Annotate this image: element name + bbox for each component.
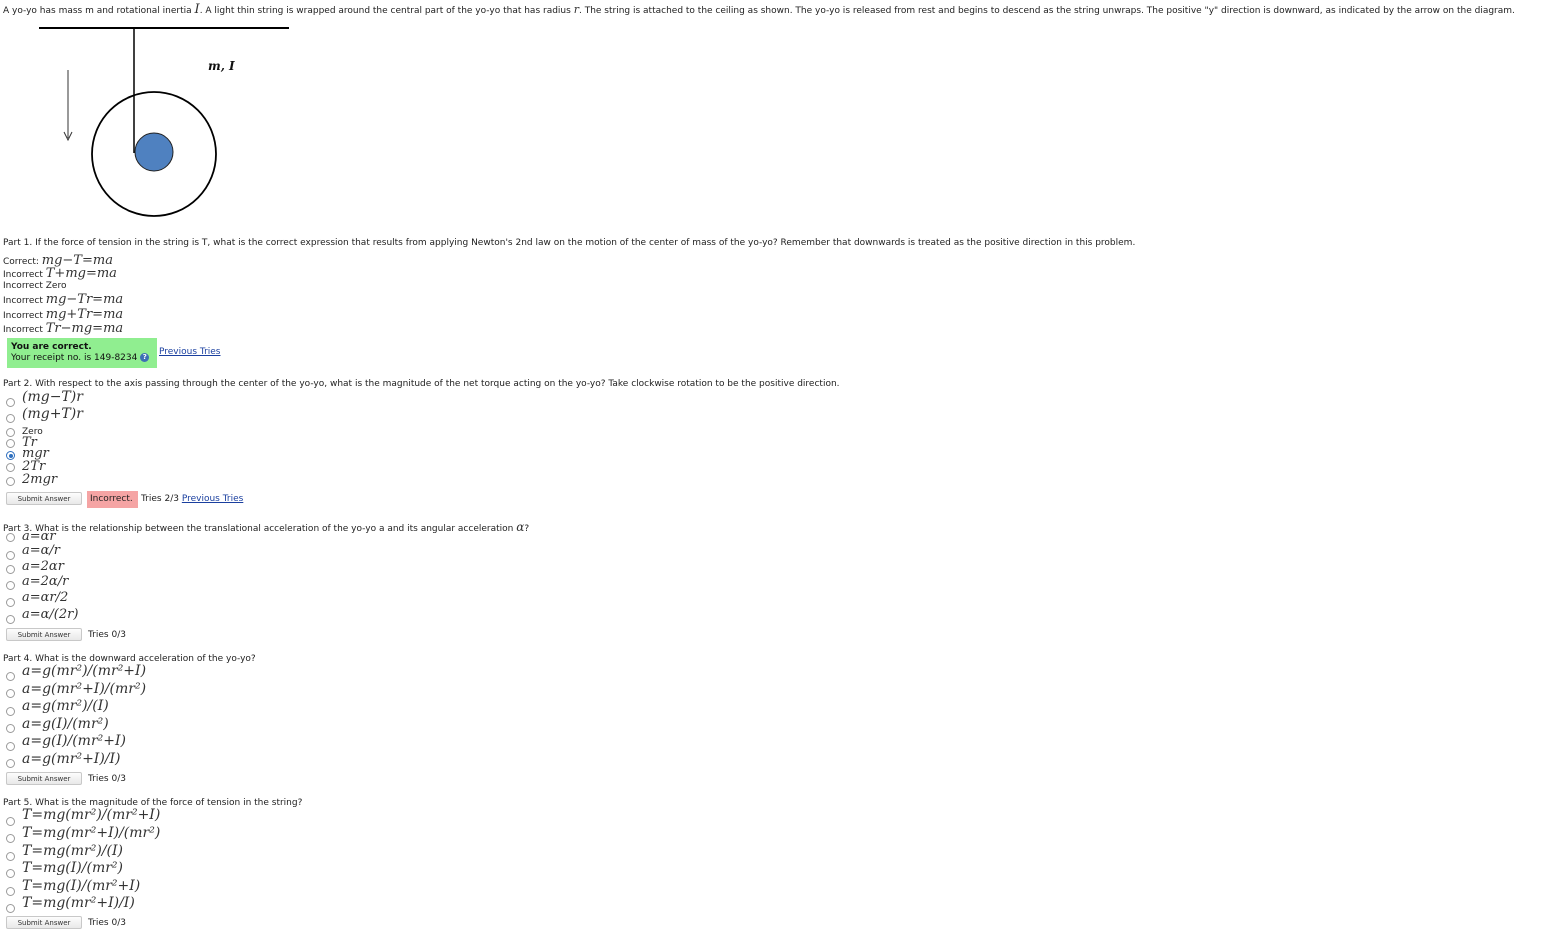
part1-previous-tries-link[interactable]: Previous Tries	[159, 347, 221, 357]
part3-option-radio[interactable]	[6, 581, 15, 590]
part1-row-2: Incorrect Zero	[3, 281, 66, 291]
part4-option-label: a=g(mr²+I)/I)	[22, 751, 121, 767]
correct-message: You are correct.	[11, 342, 92, 352]
part4-option-radio[interactable]	[6, 742, 15, 751]
part2-tries-line: Tries 2/3 Previous Tries	[141, 494, 243, 504]
intro-text-end: . The string is attached to the ceiling …	[578, 6, 1515, 16]
part4-option-label: a=g(I)/(mr²)	[22, 716, 109, 732]
part5-submit-button[interactable]: Submit Answer	[6, 916, 82, 929]
part2-submit-button[interactable]: Submit Answer	[6, 492, 82, 505]
part5-option-label: T=mg(I)/(mr²)	[22, 860, 123, 876]
part1-expr: Zero	[45, 281, 67, 291]
part3-option-label: a=2αr	[22, 559, 64, 574]
part5-option-radio[interactable]	[6, 887, 15, 896]
part2-option-radio[interactable]	[6, 439, 15, 448]
part2-option-radio[interactable]	[6, 414, 15, 423]
part3-tries-count: Tries 0/3	[88, 630, 126, 640]
part2-option-label: (mg+T)r	[22, 406, 83, 422]
part2-option-radio-selected[interactable]	[6, 451, 15, 460]
part3-option-label: a=αr	[22, 529, 56, 544]
part2-option-radio[interactable]	[6, 398, 15, 407]
part1-expr: mg+Tr=ma	[45, 307, 124, 322]
part2-previous-tries-link[interactable]: Previous Tries	[182, 494, 244, 504]
part5-option-label: T=mg(mr²+I)/I)	[22, 895, 135, 911]
receipt-line: Your receipt no. is 149-8234 ?	[11, 353, 150, 363]
part3-option-radio[interactable]	[6, 615, 15, 624]
part5-option-radio[interactable]	[6, 817, 15, 826]
part1-row-5: Incorrect Tr−mg=ma	[3, 321, 123, 336]
intro-text-mid: . A light thin string is wrapped around …	[199, 6, 571, 16]
part1-status: Incorrect	[3, 281, 43, 291]
part2-option-radio[interactable]	[6, 428, 15, 437]
part4-option-label: a=g(mr²)/(I)	[22, 698, 109, 714]
part1-row-3: Incorrect mg−Tr=ma	[3, 292, 123, 307]
part3-option-radio[interactable]	[6, 551, 15, 560]
part4-tries-count: Tries 0/3	[88, 774, 126, 784]
part3-option-label: a=α/(2r)	[22, 607, 79, 622]
part3-option-label: a=α/r	[22, 543, 61, 558]
part4-option-label: a=g(mr²)/(mr²+I)	[22, 663, 147, 679]
part5-option-label: T=mg(mr²)/(mr²+I)	[22, 807, 161, 823]
part3-option-radio[interactable]	[6, 565, 15, 574]
part1-status: Incorrect	[3, 296, 43, 306]
part5-option-radio[interactable]	[6, 869, 15, 878]
part1-expr: mg−Tr=ma	[45, 292, 124, 307]
part5-option-radio[interactable]	[6, 834, 15, 843]
part3-option-radio[interactable]	[6, 533, 15, 542]
part4-option-radio[interactable]	[6, 759, 15, 768]
yoyo-diagram	[39, 27, 289, 217]
part3-option-label: a=2α/r	[22, 574, 69, 589]
part2-question: Part 2. With respect to the axis passing…	[3, 379, 840, 389]
yoyo-inner-axle	[134, 132, 174, 172]
part4-option-label: a=g(mr²+I)/(mr²)	[22, 681, 147, 697]
part4-option-radio[interactable]	[6, 707, 15, 716]
part2-option-radio[interactable]	[6, 463, 15, 472]
mass-inertia-label: m, I	[208, 59, 235, 73]
part5-option-radio[interactable]	[6, 852, 15, 861]
part1-row-4: Incorrect mg+Tr=ma	[3, 307, 123, 322]
receipt-text: Your receipt no. is 149-8234	[11, 353, 138, 363]
part1-question: Part 1. If the force of tension in the s…	[3, 238, 1136, 248]
part1-expr: Tr−mg=ma	[45, 321, 124, 336]
part4-option-radio[interactable]	[6, 724, 15, 733]
intro-text: A yo-yo has mass m and rotational inerti…	[3, 6, 192, 16]
part3-question-end: ?	[524, 524, 530, 534]
part4-option-label: a=g(I)/(mr²+I)	[22, 733, 126, 749]
part3-submit-button[interactable]: Submit Answer	[6, 628, 82, 641]
part1-status: Incorrect	[3, 325, 43, 335]
part2-option-label: 2mgr	[22, 472, 58, 487]
part3-option-label: a=αr/2	[22, 590, 69, 605]
part5-option-label: T=mg(I)/(mr²+I)	[22, 878, 141, 894]
part2-option-radio[interactable]	[6, 477, 15, 486]
part1-status: Incorrect	[3, 270, 43, 280]
part1-expr: T+mg=ma	[45, 266, 117, 281]
part5-option-label: T=mg(mr²)/(I)	[22, 843, 123, 859]
help-icon[interactable]: ?	[140, 353, 150, 362]
part2-tries-count: Tries 2/3	[141, 494, 179, 504]
part5-tries-count: Tries 0/3	[88, 918, 126, 928]
part3-question-text: Part 3. What is the relationship between…	[3, 524, 514, 534]
part2-option-label: (mg−T)r	[22, 389, 83, 405]
part4-option-radio[interactable]	[6, 672, 15, 681]
part3-option-radio[interactable]	[6, 598, 15, 607]
part5-option-label: T=mg(mr²+I)/(mr²)	[22, 825, 161, 841]
part4-option-radio[interactable]	[6, 689, 15, 698]
incorrect-message: Incorrect.	[90, 494, 133, 504]
part1-row-1: Incorrect T+mg=ma	[3, 266, 117, 281]
part5-option-radio[interactable]	[6, 904, 15, 913]
problem-statement: A yo-yo has mass m and rotational inerti…	[3, 2, 1515, 17]
part1-status: Incorrect	[3, 311, 43, 321]
part3-question: Part 3. What is the relationship between…	[3, 520, 529, 534]
part4-submit-button[interactable]: Submit Answer	[6, 772, 82, 785]
